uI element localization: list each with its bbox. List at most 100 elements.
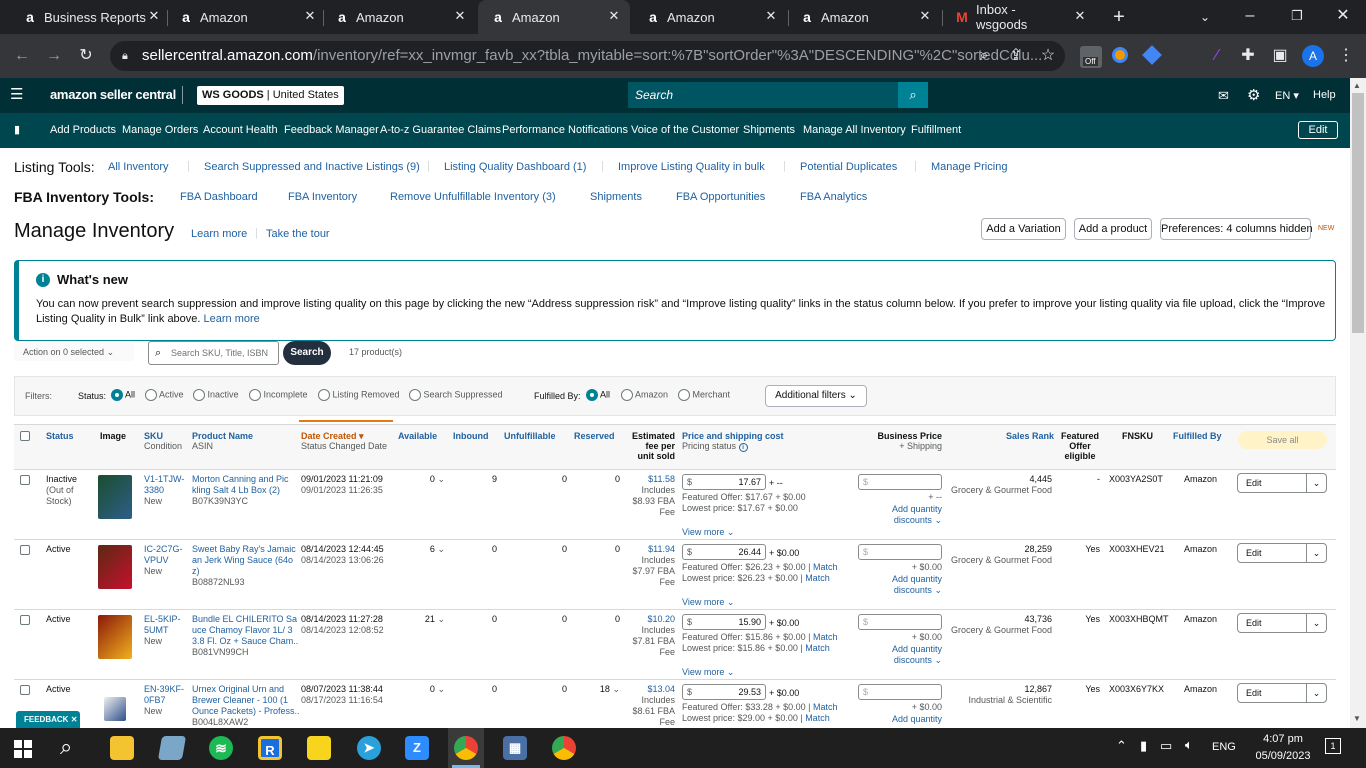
business-price-input[interactable]: $ bbox=[858, 684, 942, 700]
col-date-created[interactable]: Date Created ▾ Status Changed Date bbox=[301, 431, 387, 451]
col-price[interactable]: Price and shipping cost Pricing status i bbox=[682, 431, 784, 452]
calculator-icon[interactable]: ▦ bbox=[503, 736, 527, 760]
status-removed-radio[interactable]: Listing Removed bbox=[318, 389, 400, 401]
fee-amount[interactable]: $10.20 bbox=[647, 614, 675, 624]
file-explorer-icon[interactable] bbox=[110, 736, 134, 760]
price-input[interactable]: $29.53 bbox=[682, 684, 766, 700]
chrome-icon[interactable] bbox=[454, 736, 478, 760]
listing-link-suppressed[interactable]: Search Suppressed and Inactive Listings … bbox=[204, 161, 420, 173]
close-tab-icon[interactable]: ✕ bbox=[1072, 8, 1088, 24]
zoom-icon[interactable]: ⌕ bbox=[974, 46, 994, 66]
col-unfulfillable[interactable]: Unfulfillable bbox=[504, 431, 556, 441]
add-variation-button[interactable]: Add a Variation bbox=[981, 218, 1066, 240]
store-selector[interactable]: WS GOODS | United States bbox=[197, 86, 344, 105]
match-link[interactable]: Match bbox=[813, 702, 838, 712]
notifications-icon[interactable]: 1 bbox=[1325, 738, 1341, 754]
row-available[interactable]: 21 ⌄ bbox=[405, 614, 445, 625]
row-checkbox[interactable] bbox=[20, 545, 30, 555]
col-sales-rank[interactable]: Sales Rank bbox=[1006, 431, 1054, 441]
scroll-up-icon[interactable]: ▲ bbox=[1353, 81, 1361, 90]
inventory-search-input[interactable]: ⌕ Search SKU, Title, ISBN bbox=[148, 341, 279, 365]
status-suppressed-radio[interactable]: Search Suppressed bbox=[409, 389, 503, 401]
col-featured-offer[interactable]: Featured Offer eligible bbox=[1060, 431, 1100, 461]
col-business-price[interactable]: Business Price + Shipping bbox=[860, 431, 942, 451]
settings-gear-icon[interactable]: ⚙ bbox=[1247, 86, 1260, 104]
new-tab-icon[interactable]: + bbox=[1109, 7, 1129, 27]
close-icon[interactable]: ✕ bbox=[71, 715, 78, 724]
tab-amazon-4[interactable]: a Amazon ✕ bbox=[645, 0, 779, 34]
search-icon[interactable]: ⌕ bbox=[60, 734, 72, 760]
feedback-button[interactable]: FEEDBACK ✕ bbox=[16, 711, 80, 728]
nav-performance-notifications[interactable]: Performance Notifications bbox=[502, 124, 628, 136]
tab-gmail-inbox[interactable]: M Inbox - wsgoods ✕ bbox=[954, 0, 1088, 34]
tab-amazon-1[interactable]: a Amazon ✕ bbox=[178, 0, 318, 34]
save-all-button[interactable]: Save all bbox=[1238, 431, 1327, 449]
fba-link-dashboard[interactable]: FBA Dashboard bbox=[180, 191, 258, 203]
clock-time[interactable]: 4:07 pm bbox=[1258, 733, 1308, 745]
tab-business-reports[interactable]: a Business Reports ✕ bbox=[22, 0, 162, 34]
minimize-icon[interactable]: – bbox=[1240, 6, 1260, 26]
row-edit-button[interactable]: Edit ⌄ bbox=[1237, 683, 1327, 703]
close-tab-icon[interactable]: ✕ bbox=[917, 8, 933, 24]
product-thumbnail[interactable] bbox=[98, 475, 132, 519]
chevron-down-icon[interactable]: ⌄ bbox=[1306, 474, 1326, 492]
status-incomplete-radio[interactable]: Incomplete bbox=[249, 389, 308, 401]
language-indicator[interactable]: ENG bbox=[1212, 741, 1236, 753]
sidepanel-icon[interactable]: ▣ bbox=[1270, 46, 1290, 66]
fba-link-inventory[interactable]: FBA Inventory bbox=[288, 191, 357, 203]
col-fee[interactable]: Estimated fee per unit sold bbox=[625, 431, 675, 461]
listing-link-improve-bulk[interactable]: Improve Listing Quality in bulk bbox=[618, 161, 765, 173]
row-sku[interactable]: EL-5KIP- 5UMT New bbox=[144, 614, 181, 647]
col-available[interactable]: Available bbox=[398, 431, 437, 441]
tab-amazon-2[interactable]: a Amazon ✕ bbox=[334, 0, 468, 34]
row-edit-button[interactable]: Edit ⌄ bbox=[1237, 543, 1327, 563]
price-input[interactable]: $17.67 bbox=[682, 474, 766, 490]
inventory-search-button[interactable]: Search bbox=[283, 341, 331, 365]
row-available[interactable]: 6 ⌄ bbox=[405, 544, 445, 555]
browser-menu-icon[interactable]: ⋮ bbox=[1336, 46, 1356, 66]
page-scrollbar[interactable]: ▲ ▼ bbox=[1350, 78, 1366, 728]
zoom-app-icon[interactable]: Z bbox=[405, 736, 429, 760]
windows-start-icon[interactable] bbox=[14, 740, 32, 758]
network-icon[interactable]: ▭ bbox=[1160, 738, 1172, 754]
match-link[interactable]: Match bbox=[805, 573, 830, 583]
nav-voice-of-customer[interactable]: Voice of the Customer bbox=[631, 124, 739, 136]
volume-icon[interactable]: 🔈︎ bbox=[1185, 737, 1193, 753]
telegram-icon[interactable]: ➤ bbox=[357, 736, 381, 760]
row-edit-button[interactable]: Edit ⌄ bbox=[1237, 613, 1327, 633]
fee-amount[interactable]: $13.04 bbox=[647, 684, 675, 694]
product-thumbnail[interactable] bbox=[98, 545, 132, 589]
fulfilled-all-radio[interactable]: All bbox=[586, 389, 610, 401]
row-checkbox[interactable] bbox=[20, 685, 30, 695]
chrome-profile-icon[interactable] bbox=[552, 736, 576, 760]
fba-link-opportunities[interactable]: FBA Opportunities bbox=[676, 191, 765, 203]
sticky-notes-icon[interactable] bbox=[307, 736, 331, 760]
status-inactive-radio[interactable]: Inactive bbox=[193, 389, 239, 401]
nav-edit-button[interactable]: Edit bbox=[1298, 121, 1338, 139]
learn-more-link[interactable]: Learn more bbox=[191, 228, 247, 240]
row-sku[interactable]: V1-1TJW- 3380 New bbox=[144, 474, 184, 507]
fba-link-analytics[interactable]: FBA Analytics bbox=[800, 191, 867, 203]
close-window-icon[interactable]: ✕ bbox=[1333, 6, 1353, 26]
business-price-input[interactable]: $ bbox=[858, 474, 942, 490]
fee-amount[interactable]: $11.58 bbox=[648, 474, 675, 484]
close-tab-icon[interactable]: ✕ bbox=[763, 8, 779, 24]
additional-filters-button[interactable]: Additional filters ⌄ bbox=[765, 385, 867, 407]
forward-icon[interactable]: → bbox=[44, 46, 64, 66]
row-available[interactable]: 0 ⌄ bbox=[405, 474, 445, 485]
chevron-down-icon[interactable]: ⌄ bbox=[1306, 544, 1326, 562]
view-more-link[interactable]: View more ⌄ bbox=[682, 527, 734, 538]
tab-amazon-5[interactable]: a Amazon ✕ bbox=[799, 0, 933, 34]
fba-link-remove-unfulfillable[interactable]: Remove Unfulfillable Inventory (3) bbox=[390, 191, 556, 203]
status-all-radio[interactable]: All bbox=[111, 389, 135, 401]
col-reserved[interactable]: Reserved bbox=[574, 431, 615, 441]
address-bar[interactable]: 🔒︎ sellercentral.amazon.com/inventory/ref… bbox=[110, 41, 1065, 71]
row-sku[interactable]: IC-2C7G- VPUV New bbox=[144, 544, 183, 577]
listing-link-duplicates[interactable]: Potential Duplicates bbox=[800, 161, 897, 173]
share-icon[interactable]: ⇪ bbox=[1006, 46, 1026, 66]
add-quantity-discounts-link[interactable]: Add quantity discounts ⌄ bbox=[870, 504, 942, 526]
bookmark-star-icon[interactable]: ☆ bbox=[1038, 46, 1058, 66]
add-quantity-discounts-link[interactable]: Add quantity discounts ⌄ bbox=[870, 644, 942, 666]
row-product-name[interactable]: Morton Canning and Pic kling Salt 4 Lb Bo… bbox=[192, 474, 289, 507]
preferences-button[interactable]: Preferences: 4 columns hidden bbox=[1160, 218, 1313, 240]
